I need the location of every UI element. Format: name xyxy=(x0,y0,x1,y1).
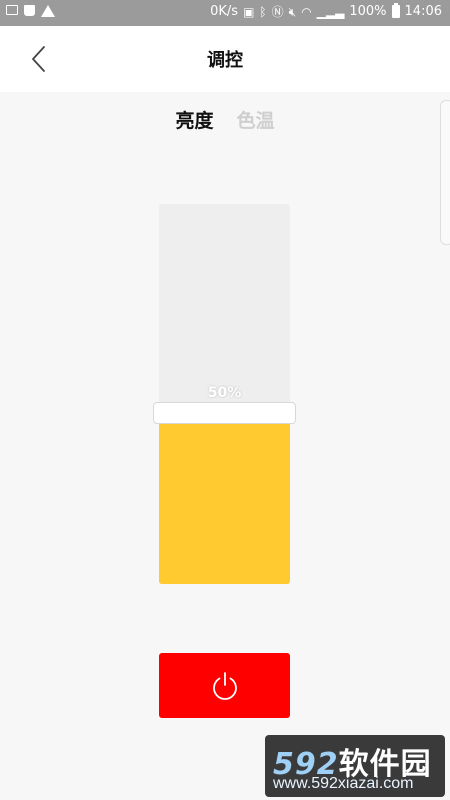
status-notifications xyxy=(6,5,55,17)
bluetooth-icon: ᛒ xyxy=(259,4,267,19)
watermark-url: www.592xiazai.com xyxy=(273,775,414,792)
shopping-bag-icon xyxy=(24,5,35,16)
mute-icon: 🔇︎ xyxy=(288,4,297,19)
status-bar: 0K/s ▣ ᛒ Ⓝ 🔇︎ ◠ ▁▂▃ 100% 14:06 xyxy=(0,0,450,26)
clock: 14:06 xyxy=(404,4,442,19)
brightness-slider-thumb[interactable] xyxy=(153,402,296,425)
battery-saver-icon: ▣ xyxy=(243,4,255,19)
power-button[interactable] xyxy=(159,653,290,718)
battery-icon xyxy=(391,3,400,18)
side-drawer-handle[interactable] xyxy=(440,100,450,245)
battery-percent: 100% xyxy=(349,4,387,19)
tab-bar: 亮度 色温 xyxy=(0,106,450,133)
page-title: 调控 xyxy=(207,50,243,71)
signal-icon: ▁▂▃ xyxy=(316,4,345,19)
watermark: 592软件园 www.592xiazai.com xyxy=(265,735,445,797)
tab-color-temperature[interactable]: 色温 xyxy=(237,106,275,133)
brightness-slider-fill xyxy=(159,424,290,584)
network-speed: 0K/s xyxy=(210,4,239,19)
tab-brightness[interactable]: 亮度 xyxy=(175,106,213,133)
wifi-icon: ◠ xyxy=(301,4,312,19)
warning-icon xyxy=(41,5,55,17)
nfc-icon: Ⓝ xyxy=(271,4,284,19)
brightness-value: 50% xyxy=(207,385,242,402)
power-icon xyxy=(212,671,237,700)
app-header: 调控 xyxy=(0,26,450,92)
image-icon xyxy=(6,5,18,15)
status-system: 0K/s ▣ ᛒ Ⓝ 🔇︎ ◠ ▁▂▃ 100% 14:06 xyxy=(210,3,442,19)
